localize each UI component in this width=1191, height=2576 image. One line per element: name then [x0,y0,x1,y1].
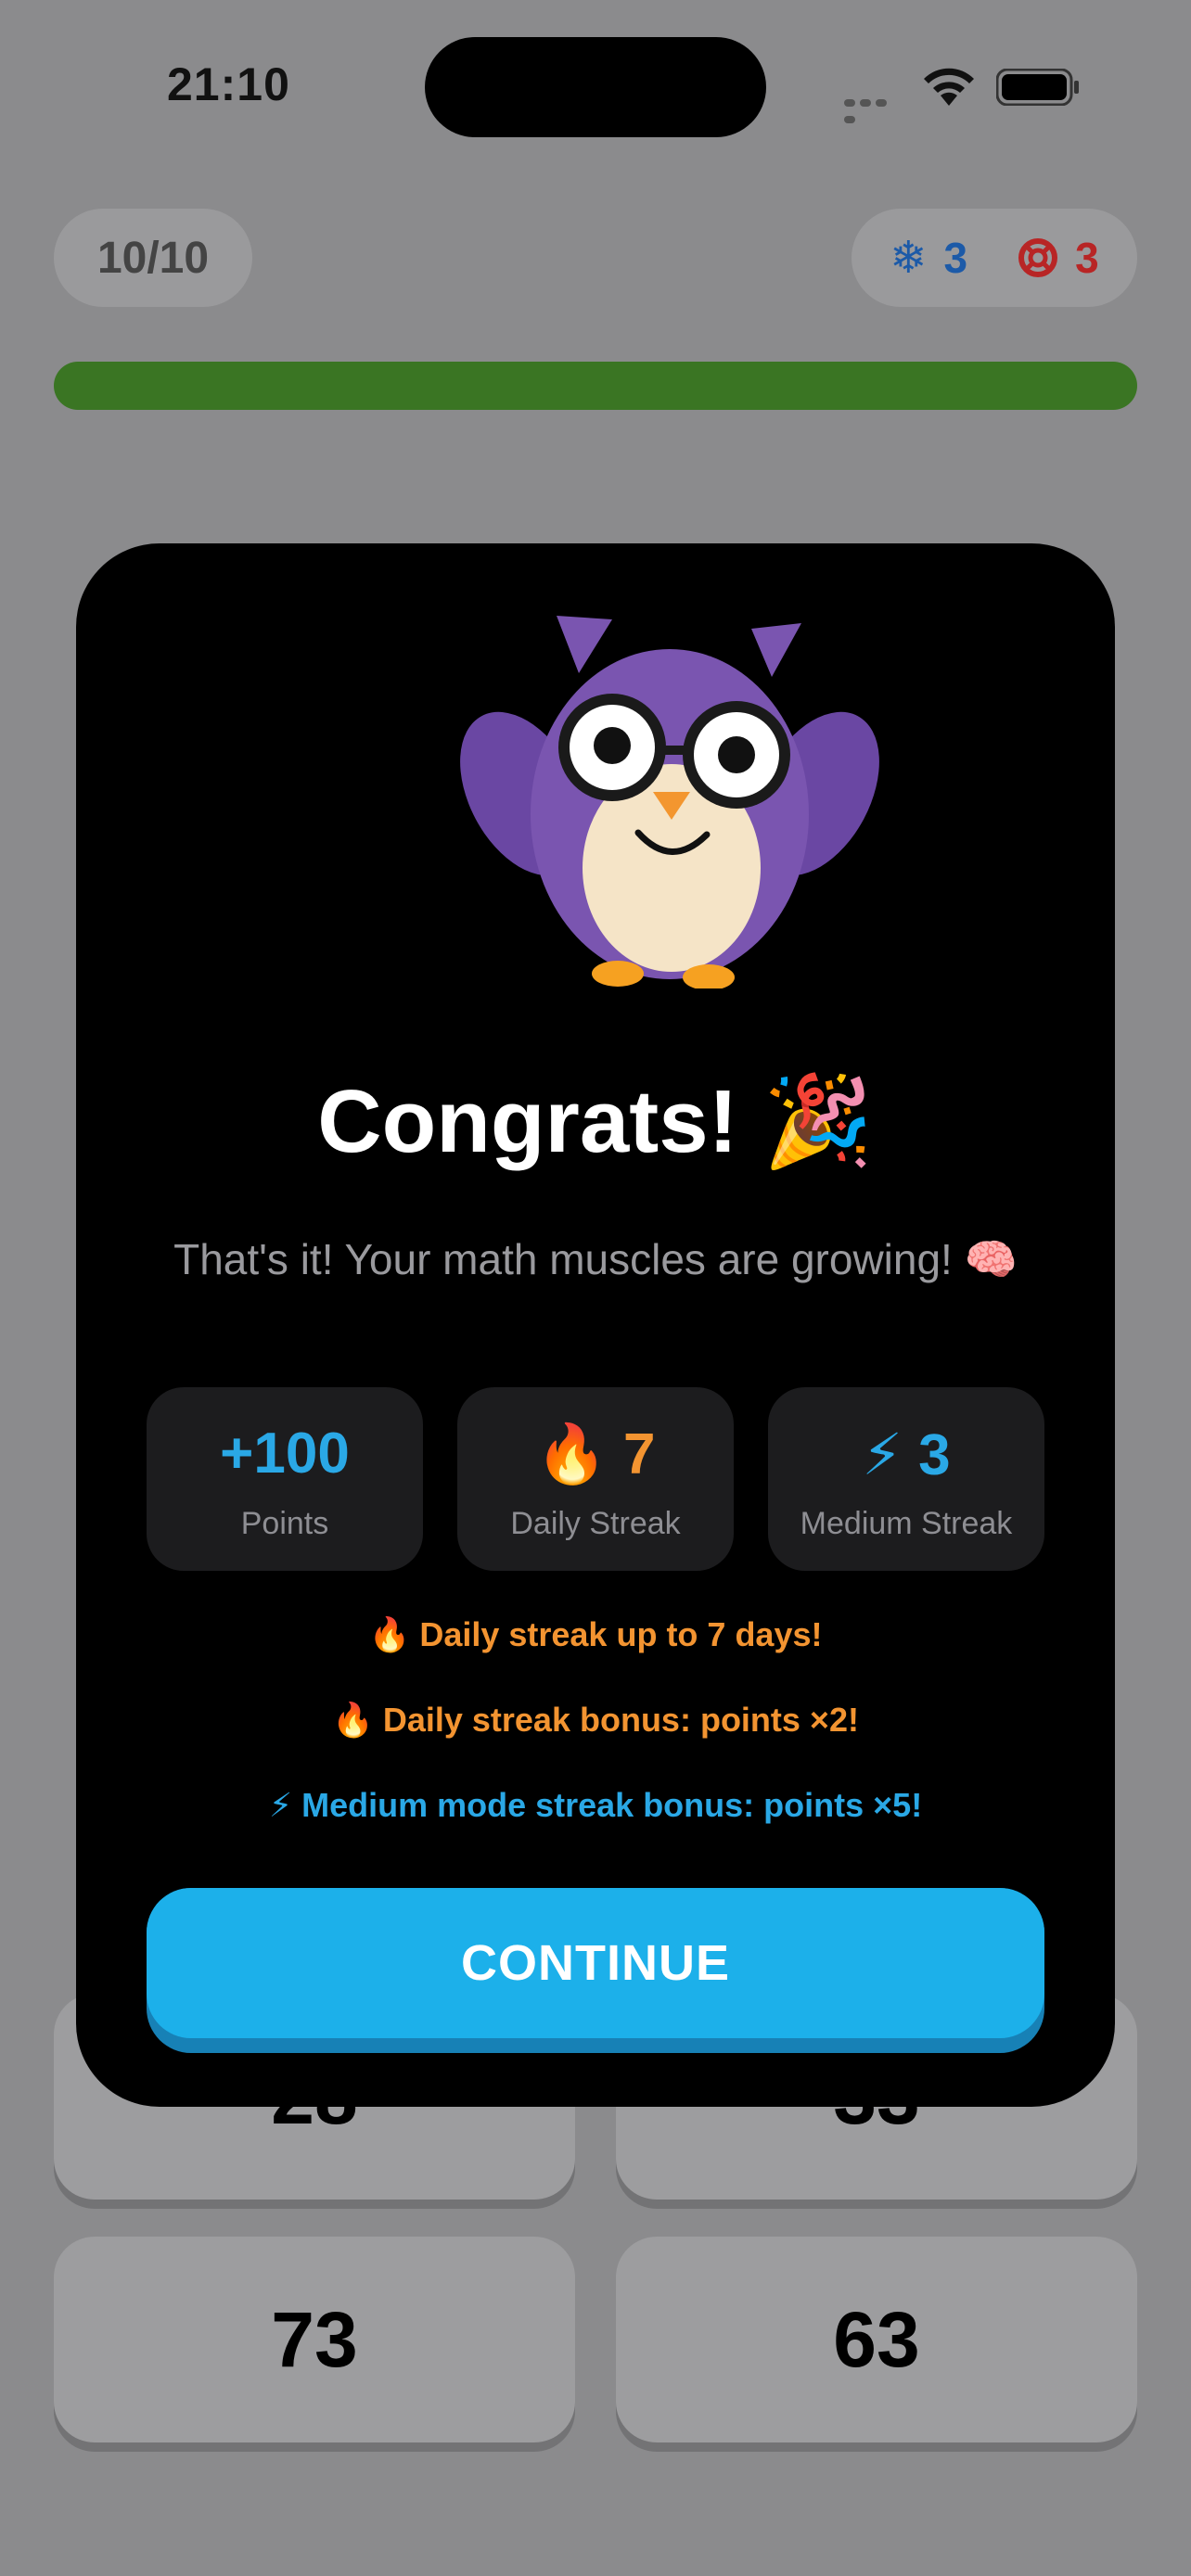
dynamic-island [425,37,766,137]
points-stat-card: +100 Points [147,1387,423,1571]
daily-streak-label: Daily Streak [510,1506,681,1541]
quiz-header: 10/10 ❄ 3 3 [0,209,1191,311]
continue-button[interactable]: CONTINUE [147,1888,1044,2038]
status-time: 21:10 [167,58,290,110]
points-value: +100 [220,1422,350,1486]
modal-title: Congrats! 🎉 [317,1072,874,1171]
congrats-modal: Congrats! 🎉 That's it! Your math muscles… [76,543,1115,2107]
medium-streak-label: Medium Streak [800,1506,1013,1541]
question-progress-label: 10/10 [54,209,252,307]
lifebuoy-icon [1018,238,1058,277]
continue-button-shadow: CONTINUE [147,1888,1044,2053]
cellular-signal-icon [844,95,905,123]
quiz-progress-bar [54,362,1137,410]
bonus-message-daily-multiplier: 🔥 Daily streak bonus: points ×2! [332,1701,859,1739]
lives-count: 3 [1075,234,1099,282]
answer-option-3[interactable]: 73 [54,2237,575,2442]
bonus-message-daily-streak: 🔥 Daily streak up to 7 days! [368,1615,823,1653]
status-bar: 21:10 [0,0,1191,167]
bonus-message-medium-multiplier: ⚡ Medium mode streak bonus: points ×5! [268,1786,923,1824]
medium-streak-value: ⚡ 3 [862,1423,951,1487]
snowflake-icon: ❄ [890,234,928,283]
owl-mascot-icon [460,616,879,988]
freeze-count: 3 [943,234,968,282]
points-label: Points [240,1506,329,1541]
daily-streak-value: 🔥 7 [535,1422,656,1486]
battery-icon [996,69,1079,106]
modal-subtitle: That's it! Your math muscles are growing… [173,1235,1018,1283]
answer-option-4[interactable]: 63 [616,2237,1137,2442]
powerups-pill[interactable]: ❄ 3 3 [852,209,1137,307]
wifi-icon [924,68,974,106]
daily-streak-stat-card: 🔥 7 Daily Streak [457,1387,734,1571]
medium-streak-stat-card: ⚡ 3 Medium Streak [768,1387,1044,1571]
